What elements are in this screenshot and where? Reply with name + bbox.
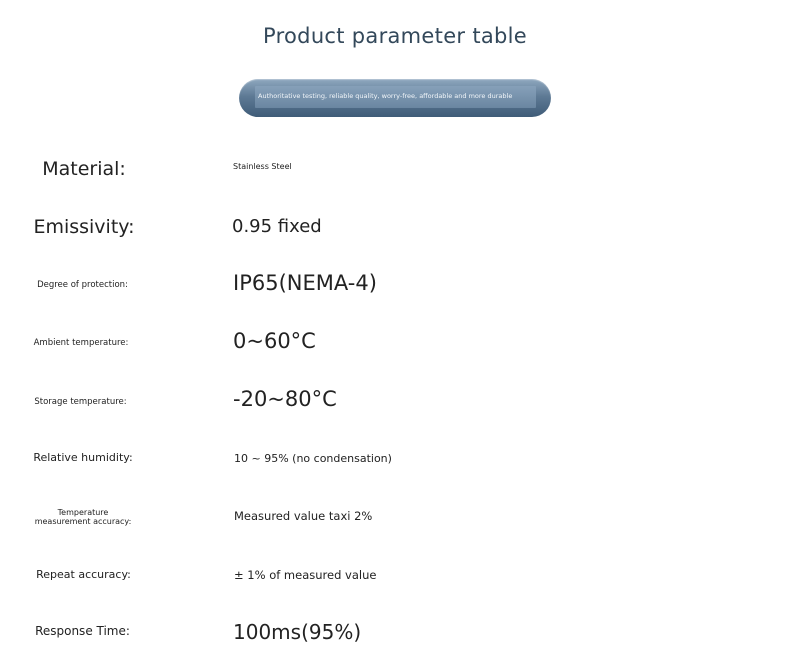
row-repeat-accuracy: Repeat accuracy: ± 1% of measured value xyxy=(0,556,790,596)
page-title: Product parameter table xyxy=(262,24,528,48)
row-label: Repeat accuracy: xyxy=(36,568,131,581)
row-label: Ambient temperature: xyxy=(33,338,129,348)
row-label: Emissivity: xyxy=(33,216,135,238)
row-material: Material: Stainless Steel xyxy=(0,150,790,190)
row-label-line2: measurement accuracy: xyxy=(34,517,132,526)
row-value: ± 1% of measured value xyxy=(234,568,377,582)
row-value: 0~60°C xyxy=(233,329,316,353)
row-value: Measured value taxi 2% xyxy=(234,509,373,523)
row-label-line1: Temperature xyxy=(57,508,109,517)
row-response-time: Response Time: 100ms(95%) xyxy=(0,614,790,654)
row-label: Degree of protection: xyxy=(37,280,128,290)
banner-inner: Authoritative testing, reliable quality,… xyxy=(255,86,536,108)
row-label: Response Time: xyxy=(35,624,130,638)
row-label: Temperature measurement accuracy: xyxy=(0,508,166,526)
row-relative-humidity: Relative humidity: 10 ~ 95% (no condensa… xyxy=(0,440,790,480)
row-value: -20~80°C xyxy=(233,387,337,411)
row-value: 100ms(95%) xyxy=(233,620,362,644)
row-emissivity: Emissivity: 0.95 fixed xyxy=(0,208,790,248)
row-label: Storage temperature: xyxy=(34,397,127,407)
row-value: IP65(NEMA-4) xyxy=(233,271,377,295)
banner: Authoritative testing, reliable quality,… xyxy=(239,79,551,117)
row-measurement-accuracy: Temperature measurement accuracy: Measur… xyxy=(0,498,790,538)
row-value: 0.95 fixed xyxy=(232,216,322,237)
row-ambient-temperature: Ambient temperature: 0~60°C xyxy=(0,324,790,364)
row-value: 10 ~ 95% (no condensation) xyxy=(234,452,392,465)
row-storage-temperature: Storage temperature: -20~80°C xyxy=(0,382,790,422)
banner-text: Authoritative testing, reliable quality,… xyxy=(258,92,513,100)
row-protection: Degree of protection: IP65(NEMA-4) xyxy=(0,266,790,306)
row-value: Stainless Steel xyxy=(233,162,292,171)
row-label: Relative humidity: xyxy=(33,451,133,464)
row-label: Material: xyxy=(42,158,126,180)
